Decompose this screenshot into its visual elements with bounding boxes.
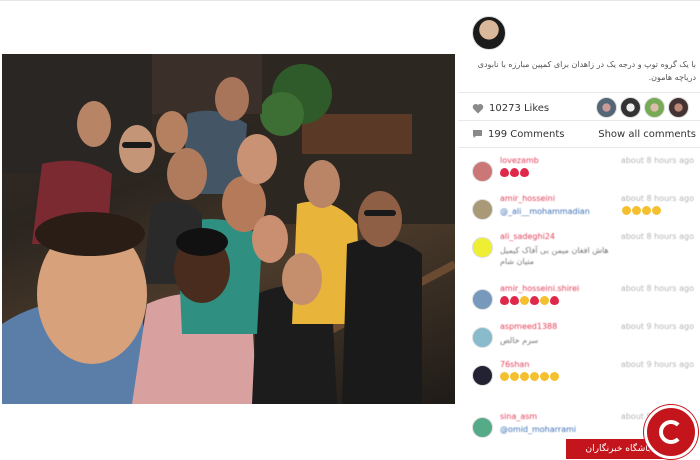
divider <box>458 120 700 121</box>
comment-time: about 8 hours ago <box>620 194 694 203</box>
comment-item: lovezamb about 8 hours ago <box>472 156 700 192</box>
liker-avatar[interactable] <box>668 97 689 118</box>
heart-emoji-icon <box>520 168 529 177</box>
liker-avatar[interactable] <box>596 97 617 118</box>
watermark-logo-icon <box>644 405 698 459</box>
liker-avatar[interactable] <box>644 97 665 118</box>
group-selfie-image <box>2 54 455 404</box>
heart-icon[interactable] <box>472 103 484 114</box>
commenter-avatar[interactable] <box>472 417 493 438</box>
comment-item: aspmeed1388 about 9 hours ago سرم خالص <box>472 322 700 358</box>
comment-icon <box>473 130 482 138</box>
post-photo[interactable] <box>2 54 455 404</box>
heart-emoji-icon <box>510 296 519 305</box>
post-caption: با یک گروه توپ و درجه یک در زاهدان برای … <box>477 60 696 82</box>
commenter-avatar[interactable] <box>472 327 493 348</box>
divider <box>458 92 700 93</box>
likers-avatars <box>596 97 689 118</box>
author-avatar[interactable] <box>472 16 506 50</box>
comment-username[interactable]: sina_asm <box>500 412 537 421</box>
smile-emoji-icon <box>540 296 549 305</box>
comment-item: 76shan about 9 hours ago <box>472 360 700 396</box>
commenter-avatar[interactable] <box>472 289 493 310</box>
comment-emoji <box>500 168 529 177</box>
show-all-comments-link[interactable]: Show all comments <box>598 129 696 140</box>
smile-emoji-icon <box>632 206 641 215</box>
news-agency-watermark: باشگاه خبرنگاران <box>566 403 700 460</box>
smile-emoji-icon <box>500 372 509 381</box>
comment-time: about 8 hours ago <box>620 156 694 165</box>
smile-emoji-icon <box>550 372 559 381</box>
comment-emoji <box>500 372 559 381</box>
commenter-avatar[interactable] <box>472 365 493 386</box>
commenter-avatar[interactable] <box>472 237 493 258</box>
comment-username[interactable]: ali_sadeghi24 <box>500 232 555 241</box>
comment-text: هاش افغان میمن بی آفاک کیمیل متیان شام <box>500 246 609 266</box>
smile-emoji-icon <box>540 372 549 381</box>
heart-emoji-icon <box>510 168 519 177</box>
comments-row: 199 Comments Show all comments <box>472 126 696 142</box>
comment-username[interactable]: lovezamb <box>500 156 539 165</box>
comment-time: about 9 hours ago <box>620 360 694 369</box>
heart-emoji-icon <box>550 296 559 305</box>
commenter-avatar[interactable] <box>472 199 493 220</box>
comment-emoji <box>500 296 559 305</box>
liker-avatar[interactable] <box>620 97 641 118</box>
smile-emoji-icon <box>642 206 651 215</box>
comment-emoji <box>622 206 661 215</box>
comment-item: ali_sadeghi24 about 8 hours ago هاش افغا… <box>472 232 700 268</box>
comment-mention[interactable]: @_ali__mohammadian <box>500 207 590 216</box>
comment-time: about 8 hours ago <box>620 232 694 241</box>
likes-row: 10273 Likes <box>472 100 549 116</box>
smile-emoji-icon <box>510 372 519 381</box>
comment-item: amir_hosseini.shirei about 8 hours ago <box>472 284 700 320</box>
comment-username[interactable]: amir_hosseini.shirei <box>500 284 579 293</box>
divider <box>458 147 700 148</box>
smile-emoji-icon <box>530 372 539 381</box>
smile-emoji-icon <box>652 206 661 215</box>
comment-username[interactable]: aspmeed1388 <box>500 322 557 331</box>
comment-time: about 8 hours ago <box>620 284 694 293</box>
comment-username[interactable]: amir_hosseini <box>500 194 555 203</box>
commenter-avatar[interactable] <box>472 161 493 182</box>
comments-count: 199 Comments <box>488 128 565 140</box>
comment-mention[interactable]: @omid_moharrami <box>500 425 576 434</box>
comment-text: سرم خالص <box>500 336 539 345</box>
heart-emoji-icon <box>530 296 539 305</box>
comment-username[interactable]: 76shan <box>500 360 529 369</box>
smile-emoji-icon <box>520 296 529 305</box>
likes-count: 10273 Likes <box>489 102 550 114</box>
heart-emoji-icon <box>500 296 509 305</box>
post-sidebar: با یک گروه توپ و درجه یک در زاهدان برای … <box>458 0 700 460</box>
comment-item: amir_hosseini about 8 hours ago @_ali__m… <box>472 194 700 230</box>
smile-emoji-icon <box>520 372 529 381</box>
heart-emoji-icon <box>500 168 509 177</box>
comment-time: about 9 hours ago <box>620 322 694 331</box>
smile-emoji-icon <box>622 206 631 215</box>
